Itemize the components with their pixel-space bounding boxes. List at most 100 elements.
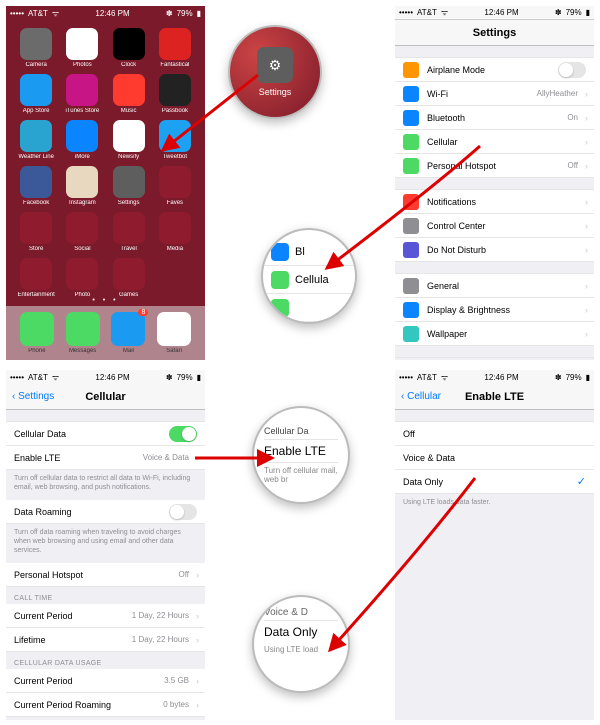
app-icon[interactable]: Social	[62, 212, 102, 252]
settings-row[interactable]: BluetoothOn›	[395, 106, 594, 130]
check-icon: ✓	[577, 475, 586, 488]
chevron-right-icon: ›	[196, 635, 199, 645]
zoom-enable-lte: Cellular DaEnable LTETurn off cellular m…	[252, 406, 350, 504]
app-icon[interactable]: Newsify	[109, 120, 149, 160]
settings-row[interactable]: Control Center›	[395, 214, 594, 238]
footer-text: Turn off data roaming when traveling to …	[6, 524, 205, 563]
settings-row[interactable]: General›	[395, 274, 594, 298]
app-icon[interactable]: Clock	[109, 28, 149, 68]
page-title: Cellular	[85, 391, 125, 403]
settings-row[interactable]: Personal HotspotOff›	[395, 154, 594, 178]
app-icon[interactable]: Facebook	[16, 166, 56, 206]
settings-row[interactable]: Cellular›	[395, 130, 594, 154]
chevron-right-icon: ›	[585, 137, 588, 147]
settings-row[interactable]: Lifetime1 Day, 22 Hours›	[6, 628, 205, 652]
zoom-settings-icon: ⚙︎ Settings	[228, 25, 322, 119]
page-title: Settings	[473, 27, 516, 39]
footer-text: Using LTE loads data faster.	[395, 494, 594, 515]
app-icon[interactable]: Games	[109, 258, 149, 298]
dock-app[interactable]: Phone	[17, 312, 57, 354]
settings-row[interactable]: Display & Brightness›	[395, 298, 594, 322]
app-icon[interactable]: iTunes Store	[62, 74, 102, 114]
status-bar: •••••AT&Tᯤ 12:46 PM ✽79%▮	[6, 6, 205, 20]
chevron-right-icon: ›	[585, 221, 588, 231]
app-icon[interactable]: Tweetbot	[155, 120, 195, 160]
status-bar: •••••AT&Tᯤ 12:46 PM ✽79%▮	[395, 370, 594, 384]
status-bar: •••••AT&Tᯤ 12:46 PM ✽79%▮	[6, 370, 205, 384]
app-icon[interactable]: Camera	[16, 28, 56, 68]
nav-header: ‹ Cellular Enable LTE	[395, 384, 594, 410]
app-icon[interactable]: Media	[155, 212, 195, 252]
app-icon[interactable]: Passbook	[155, 74, 195, 114]
settings-row[interactable]: Do Not Disturb›	[395, 238, 594, 262]
app-icon[interactable]: Photo	[62, 258, 102, 298]
app-icon[interactable]: iMore	[62, 120, 102, 160]
chevron-right-icon: ›	[585, 161, 588, 171]
settings-row[interactable]: Wi-FiAllyHeather›	[395, 82, 594, 106]
chevron-right-icon: ›	[196, 453, 199, 463]
settings-row[interactable]: Data Roaming	[6, 500, 205, 524]
app-icon[interactable]: Photos	[62, 28, 102, 68]
section-header: CELLULAR DATA USAGE	[6, 652, 205, 669]
app-icon[interactable]: Instagram	[62, 166, 102, 206]
chevron-right-icon: ›	[196, 700, 199, 710]
signal-icon: •••••	[399, 8, 413, 17]
wifi-icon: ᯤ	[441, 7, 448, 18]
app-icon[interactable]: Faves	[155, 166, 195, 206]
section-header: CALL TIME	[6, 587, 205, 604]
settings-row[interactable]: Current Period1 Day, 22 Hours›	[6, 604, 205, 628]
chevron-right-icon: ›	[585, 197, 588, 207]
app-icon[interactable]: Fantastical	[155, 28, 195, 68]
carrier: AT&T	[28, 9, 48, 18]
footer-text: Turn off cellular data to restrict all d…	[6, 470, 205, 500]
settings-row[interactable]: Enable LTEVoice & Data›	[6, 446, 205, 470]
chevron-right-icon: ›	[585, 305, 588, 315]
lte-option[interactable]: Data Only✓	[395, 470, 594, 494]
settings-row[interactable]: Notifications›	[395, 190, 594, 214]
chevron-right-icon: ›	[585, 113, 588, 123]
chevron-right-icon: ›	[585, 89, 588, 99]
settings-row[interactable]: Wallpaper›	[395, 322, 594, 346]
app-icon[interactable]: Travel	[109, 212, 149, 252]
signal-icon: •••••	[10, 9, 24, 18]
nav-header: Settings	[395, 20, 594, 46]
app-icon[interactable]: Music	[109, 74, 149, 114]
lte-option[interactable]: Voice & Data	[395, 446, 594, 470]
settings-row[interactable]: Airplane Mode	[395, 58, 594, 82]
page-title: Enable LTE	[465, 391, 524, 403]
settings-row[interactable]: Cellular Data	[6, 422, 205, 446]
zoom-cellular-row: BlCellula	[261, 228, 357, 324]
gear-icon[interactable]: ⚙︎	[257, 47, 293, 83]
toggle[interactable]	[558, 62, 586, 78]
page-dots[interactable]: • • •	[6, 297, 205, 304]
back-button[interactable]: ‹ Settings	[12, 391, 54, 402]
dock-app[interactable]: Messages	[63, 312, 103, 354]
app-icon[interactable]: Entertainment	[16, 258, 56, 298]
dock-app[interactable]: Safari	[154, 312, 194, 354]
toggle[interactable]	[169, 504, 197, 520]
toggle[interactable]	[169, 426, 197, 442]
settings-row[interactable]: Personal HotspotOff›	[6, 563, 205, 587]
zoom-data-only: Voice & DData OnlyUsing LTE load	[252, 595, 350, 693]
app-icon[interactable]: Store	[16, 212, 56, 252]
settings-row[interactable]: Current Period Roaming0 bytes›	[6, 693, 205, 717]
settings-row[interactable]: Current Period3.5 GB›	[6, 669, 205, 693]
app-icon[interactable]: Weather Line	[16, 120, 56, 160]
dock: PhoneMessages8MailSafari	[6, 306, 205, 360]
dock-app[interactable]: 8Mail	[108, 312, 148, 354]
nav-header: ‹ Settings Cellular	[6, 384, 205, 410]
enable-lte-screen: •••••AT&Tᯤ 12:46 PM ✽79%▮ ‹ Cellular Ena…	[395, 370, 594, 720]
chevron-right-icon: ›	[585, 329, 588, 339]
chevron-right-icon: ›	[196, 676, 199, 686]
zoom-label: Settings	[255, 87, 295, 97]
chevron-right-icon: ›	[585, 245, 588, 255]
app-icon[interactable]: Settings	[109, 166, 149, 206]
app-icon[interactable]: App Store	[16, 74, 56, 114]
back-button[interactable]: ‹ Cellular	[401, 391, 441, 402]
app-icon[interactable]	[155, 258, 195, 298]
clock: 12:46 PM	[95, 9, 129, 18]
settings-screen: •••••AT&Tᯤ 12:46 PM ✽79%▮ Settings Airpl…	[395, 6, 594, 360]
lte-option[interactable]: Off	[395, 422, 594, 446]
wifi-icon: ᯤ	[52, 8, 59, 19]
battery: 79%	[177, 9, 193, 18]
